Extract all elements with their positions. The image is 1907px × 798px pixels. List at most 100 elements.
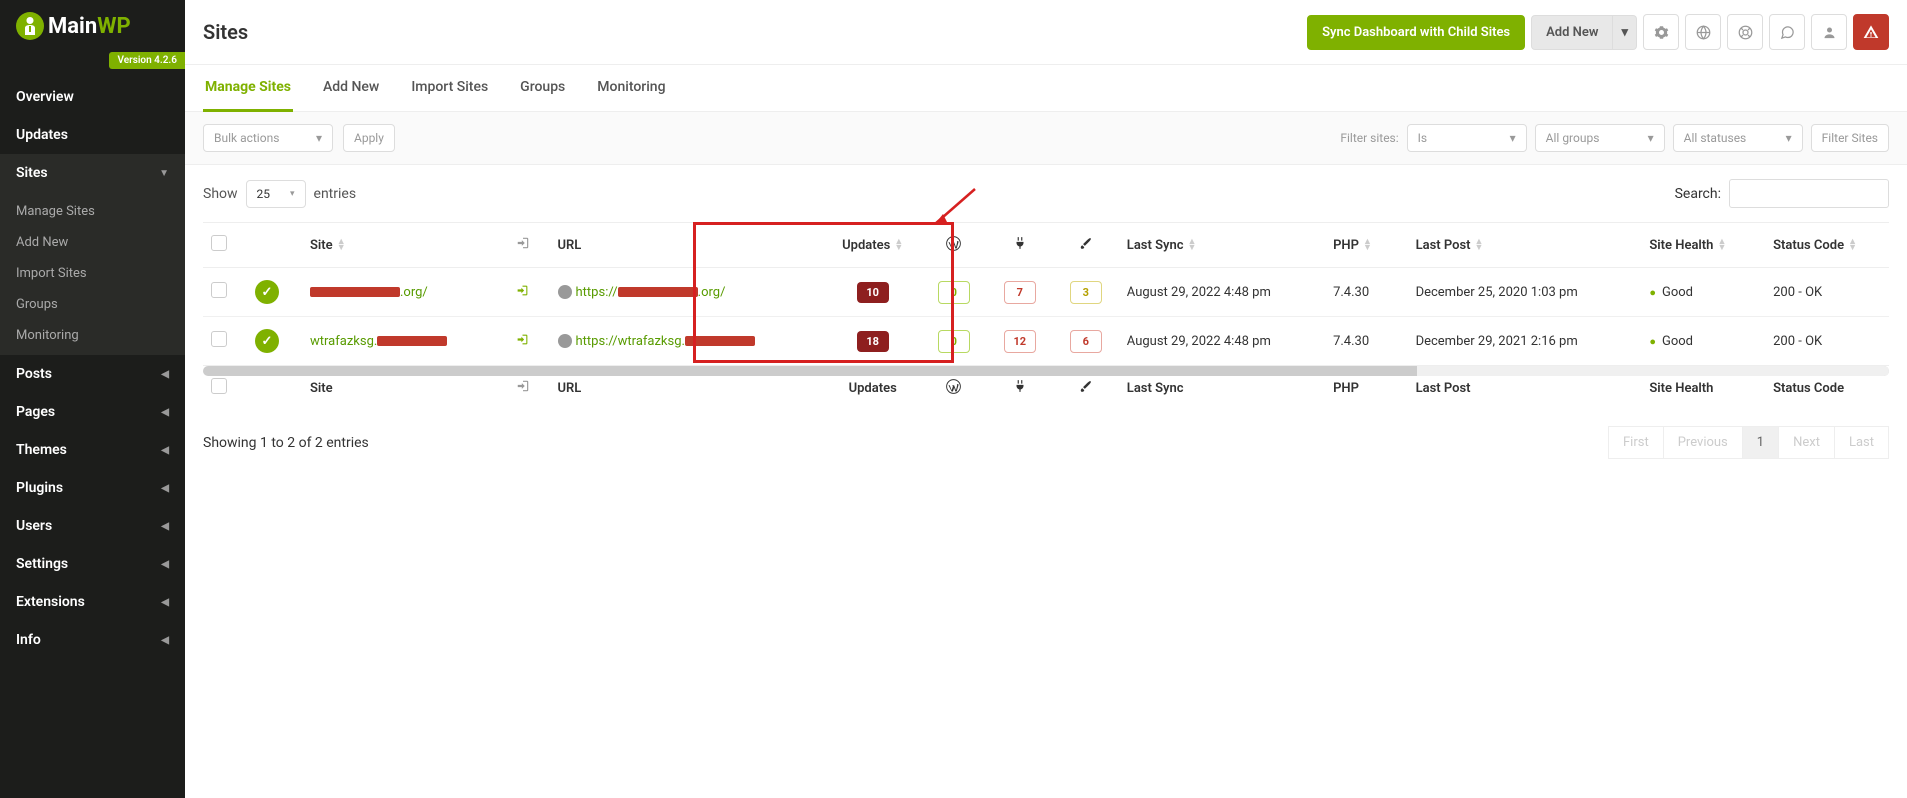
globe-icon	[558, 334, 572, 348]
nav-overview[interactable]: Overview	[0, 78, 185, 116]
last-sync-cell: August 29, 2022 4:48 pm	[1119, 317, 1325, 366]
nav-extensions[interactable]: Extensions◀	[0, 583, 185, 621]
nav-sites[interactable]: Sites▼	[0, 154, 185, 192]
filter-statuses-select[interactable]: All statuses▾	[1673, 124, 1803, 152]
signin-icon[interactable]	[516, 335, 529, 350]
page-title: Sites	[203, 20, 248, 44]
nav-posts[interactable]: Posts◀	[0, 355, 185, 393]
logo: MainWP Version 4.2.6	[0, 0, 185, 48]
caret-left-icon: ◀	[161, 369, 169, 380]
show-label: Show	[203, 186, 238, 202]
page-size-select[interactable]: 25▾	[246, 180, 306, 208]
url-link[interactable]: https://wtrafazksg.	[558, 334, 755, 349]
col-status-code[interactable]: Status Code	[1773, 238, 1844, 253]
row-checkbox[interactable]	[211, 331, 227, 347]
chat-icon[interactable]	[1769, 14, 1805, 50]
tabs: Manage Sites Add New Import Sites Groups…	[185, 65, 1907, 112]
status-code-cell: 200 - OK	[1765, 317, 1889, 366]
gear-icon[interactable]	[1643, 14, 1679, 50]
sites-table: Site▲▼ URL Updates▲▼	[203, 222, 1889, 410]
signin-icon[interactable]	[516, 286, 529, 301]
col-php[interactable]: PHP	[1333, 238, 1359, 253]
tab-add-new[interactable]: Add New	[321, 65, 381, 112]
sites-table-wrap: Site▲▼ URL Updates▲▼	[185, 222, 1907, 410]
filter-groups-select[interactable]: All groups▾	[1535, 124, 1665, 152]
col-site-health[interactable]: Site Health	[1649, 238, 1713, 253]
theme-updates-badge[interactable]: 3	[1070, 281, 1102, 304]
nav-themes[interactable]: Themes◀	[0, 431, 185, 469]
caret-left-icon: ◀	[161, 597, 169, 608]
sidebar: MainWP Version 4.2.6 Overview Updates Si…	[0, 0, 185, 798]
help-icon[interactable]	[1727, 14, 1763, 50]
alert-icon[interactable]	[1853, 14, 1889, 50]
row-checkbox[interactable]	[211, 282, 227, 298]
brush-icon	[1079, 381, 1093, 397]
user-icon[interactable]	[1811, 14, 1847, 50]
site-link[interactable]: wtrafazksg.	[310, 334, 447, 349]
updates-badge[interactable]: 18	[857, 331, 889, 352]
nav-pages[interactable]: Pages◀	[0, 393, 185, 431]
search-input[interactable]	[1729, 179, 1889, 208]
page-1[interactable]: 1	[1743, 426, 1779, 459]
signin-icon	[516, 381, 530, 397]
caret-left-icon: ◀	[161, 483, 169, 494]
wp-updates-badge[interactable]: 0	[938, 330, 970, 353]
tab-monitoring[interactable]: Monitoring	[595, 65, 667, 112]
plugin-updates-badge[interactable]: 12	[1004, 330, 1036, 353]
nav-plugins[interactable]: Plugins◀	[0, 469, 185, 507]
status-ok-icon	[255, 329, 279, 353]
brush-icon	[1079, 238, 1093, 254]
page-prev[interactable]: Previous	[1664, 426, 1743, 459]
page-first[interactable]: First	[1608, 426, 1664, 459]
col-updates[interactable]: Updates	[842, 238, 890, 253]
globe-icon[interactable]	[1685, 14, 1721, 50]
page-last[interactable]: Last	[1835, 426, 1889, 459]
select-all-footer-checkbox[interactable]	[211, 378, 227, 394]
main-content: Sites Sync Dashboard with Child Sites Ad…	[185, 0, 1907, 798]
tab-groups[interactable]: Groups	[518, 65, 567, 112]
nav-info[interactable]: Info◀	[0, 621, 185, 659]
status-code-cell: 200 - OK	[1765, 268, 1889, 317]
table-row: .org/ https://.org/ 10 0 7 3 August 29, …	[203, 268, 1889, 317]
nav-sub-manage-sites[interactable]: Manage Sites	[0, 196, 185, 227]
php-cell: 7.4.30	[1325, 317, 1408, 366]
nav-updates[interactable]: Updates	[0, 116, 185, 154]
updates-badge[interactable]: 10	[857, 282, 889, 303]
url-link[interactable]: https://.org/	[558, 285, 726, 300]
theme-updates-badge[interactable]: 6	[1070, 330, 1102, 353]
nav-settings[interactable]: Settings◀	[0, 545, 185, 583]
select-all-checkbox[interactable]	[211, 235, 227, 251]
filter-is-select[interactable]: Is▾	[1407, 124, 1527, 152]
add-new-split-button[interactable]: Add New ▾	[1531, 15, 1637, 50]
tab-import-sites[interactable]: Import Sites	[409, 65, 490, 112]
page-next[interactable]: Next	[1779, 426, 1835, 459]
col-url[interactable]: URL	[558, 238, 582, 253]
nav-sub-monitoring[interactable]: Monitoring	[0, 320, 185, 351]
add-new-dropdown[interactable]: ▾	[1613, 15, 1637, 50]
horizontal-scrollbar[interactable]	[203, 366, 1889, 376]
bulk-actions-select[interactable]: Bulk actions▾	[203, 124, 333, 152]
nav-sub-add-new[interactable]: Add New	[0, 227, 185, 258]
plugin-updates-badge[interactable]: 7	[1004, 281, 1036, 304]
tab-manage-sites[interactable]: Manage Sites	[203, 65, 293, 112]
filter-sites-button[interactable]: Filter Sites	[1811, 124, 1889, 152]
globe-icon	[558, 285, 572, 299]
table-controls: Show 25▾ entries Search:	[185, 165, 1907, 222]
site-link[interactable]: .org/	[310, 285, 428, 300]
apply-button[interactable]: Apply	[343, 124, 395, 152]
col-site[interactable]: Site	[310, 238, 333, 253]
col-last-post[interactable]: Last Post	[1416, 238, 1471, 253]
table-row: wtrafazksg. https://wtrafazksg. 18 0 12 …	[203, 317, 1889, 366]
sync-button[interactable]: Sync Dashboard with Child Sites	[1307, 15, 1525, 50]
filter-bar: Bulk actions▾ Apply Filter sites: Is▾ Al…	[185, 112, 1907, 165]
caret-left-icon: ◀	[161, 635, 169, 646]
nav-users[interactable]: Users◀	[0, 507, 185, 545]
wp-updates-badge[interactable]: 0	[938, 281, 970, 304]
col-last-sync[interactable]: Last Sync	[1127, 238, 1184, 253]
nav-sub-groups[interactable]: Groups	[0, 289, 185, 320]
caret-left-icon: ◀	[161, 407, 169, 418]
header-actions: Sync Dashboard with Child Sites Add New …	[1307, 14, 1889, 50]
logo-icon	[16, 12, 44, 40]
add-new-button[interactable]: Add New	[1531, 15, 1613, 50]
nav-sub-import-sites[interactable]: Import Sites	[0, 258, 185, 289]
